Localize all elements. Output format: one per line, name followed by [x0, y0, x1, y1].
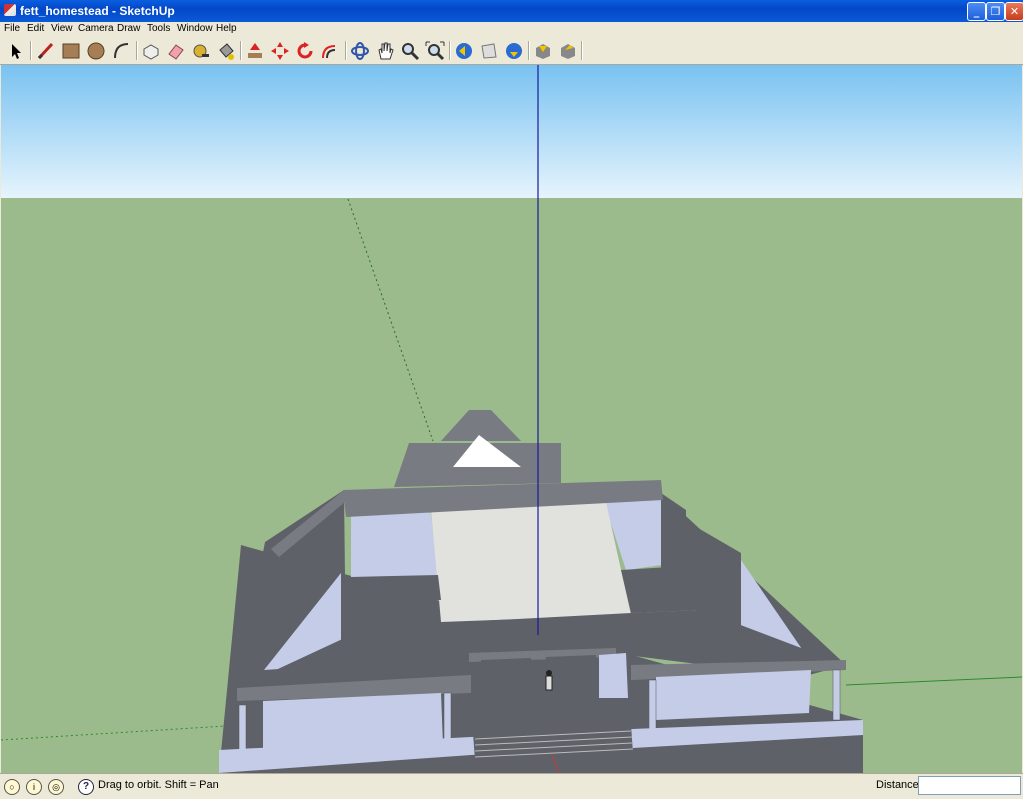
push-pull-icon[interactable] — [244, 40, 266, 62]
menu-help[interactable]: Help — [216, 23, 237, 34]
column-right-2 — [832, 669, 841, 721]
toolbar-separator — [449, 41, 451, 60]
toolbar-separator — [240, 41, 242, 60]
zoom-tool-icon[interactable] — [399, 40, 421, 62]
sketchup-app-icon — [4, 4, 16, 16]
tape-measure-icon[interactable] — [190, 40, 212, 62]
menu-tools[interactable]: Tools — [147, 23, 170, 34]
3d-viewport[interactable] — [1, 65, 1022, 773]
entry-right-wall — [599, 653, 628, 698]
menu-edit[interactable]: Edit — [27, 23, 44, 34]
help-icon[interactable]: ? — [78, 779, 94, 795]
inner-ledge-right — [621, 565, 701, 613]
scene-canvas[interactable] — [1, 65, 1022, 773]
offset-tool-icon[interactable] — [319, 40, 341, 62]
status-text: Drag to orbit. Shift = Pan — [98, 779, 219, 791]
toolbar-separator — [581, 41, 583, 60]
close-button[interactable]: ✕ — [1005, 2, 1023, 21]
inner-ledge-left — [351, 575, 441, 600]
menu-bar: File Edit View Camera Draw Tools Window … — [0, 22, 1023, 37]
pan-tool-icon[interactable] — [374, 40, 396, 62]
paint-bucket-icon[interactable] — [215, 40, 237, 62]
window-title: fett_homestead - SketchUp — [20, 4, 175, 18]
geolocation-icon[interactable]: ○ — [4, 779, 20, 795]
toolbar-separator — [528, 41, 530, 60]
rectangle-tool-icon[interactable] — [60, 40, 82, 62]
move-tool-icon[interactable] — [269, 40, 291, 62]
status-bar: ○ i ◎ ? Drag to orbit. Shift = Pan Dista… — [0, 773, 1023, 799]
previous-view-icon[interactable] — [453, 40, 475, 62]
toolbar — [0, 37, 1023, 65]
instructor-icon[interactable]: ◎ — [48, 779, 64, 795]
menu-window[interactable]: Window — [177, 23, 213, 34]
menu-file[interactable]: File — [4, 23, 20, 34]
menu-camera[interactable]: Camera — [78, 23, 114, 34]
next-view-icon[interactable] — [478, 40, 500, 62]
orbit-tool-icon[interactable] — [349, 40, 371, 62]
person-figure-head — [546, 670, 552, 676]
toolbar-separator — [345, 41, 347, 60]
front-right-wall — [656, 670, 811, 720]
rotate-tool-icon[interactable] — [294, 40, 316, 62]
entry-center-opening — [546, 655, 596, 700]
get-models-icon[interactable] — [503, 40, 525, 62]
share-model-icon[interactable] — [532, 40, 554, 62]
courtyard-ramp — [431, 502, 631, 622]
maximize-button[interactable]: ❐ — [986, 2, 1005, 21]
make-component-icon[interactable] — [140, 40, 162, 62]
sky — [1, 65, 1022, 198]
toolbar-separator — [136, 41, 138, 60]
menu-draw[interactable]: Draw — [117, 23, 140, 34]
circle-tool-icon[interactable] — [85, 40, 107, 62]
distance-label: Distance — [876, 779, 919, 791]
title-bar: fett_homestead - SketchUp _ ❐ ✕ — [0, 0, 1023, 22]
menu-view[interactable]: View — [51, 23, 73, 34]
person-figure-body — [545, 675, 553, 691]
column-right-1 — [648, 679, 657, 731]
minimize-button[interactable]: _ — [967, 2, 986, 21]
entry-left-opening — [481, 658, 531, 702]
line-tool-icon[interactable] — [35, 40, 57, 62]
share-component-icon[interactable] — [557, 40, 579, 62]
arc-tool-icon[interactable] — [110, 40, 132, 62]
distance-input[interactable] — [918, 776, 1021, 795]
credits-icon[interactable]: i — [26, 779, 42, 795]
toolbar-separator — [30, 41, 32, 60]
select-tool-icon[interactable] — [5, 40, 27, 62]
eraser-tool-icon[interactable] — [165, 40, 187, 62]
zoom-extents-icon[interactable] — [424, 40, 446, 62]
